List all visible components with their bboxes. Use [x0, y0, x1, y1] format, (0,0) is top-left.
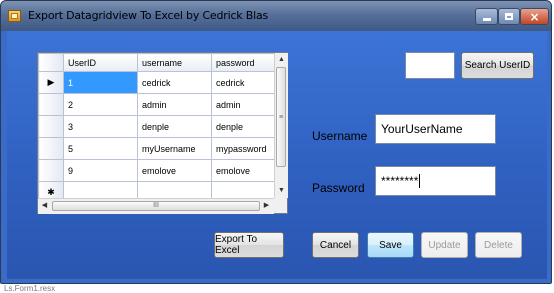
table-row[interactable]: ▶ 1 cedrick cedrick	[38, 71, 275, 94]
username-value: YourUserName	[381, 122, 463, 136]
cell-username[interactable]: admin	[137, 93, 212, 116]
password-field[interactable]: ********	[375, 166, 496, 196]
cell-userid[interactable]: 3	[63, 115, 138, 138]
header-corner[interactable]	[38, 53, 64, 72]
cell-userid[interactable]: 1	[63, 71, 138, 94]
update-button[interactable]: Update	[421, 232, 468, 258]
column-header-password[interactable]: password	[211, 53, 275, 72]
table-row[interactable]: 3 denple denple	[38, 115, 275, 138]
window-title: Export Datagridview To Excel by Cedrick …	[28, 9, 269, 22]
save-button[interactable]: Save	[367, 232, 414, 258]
row-header[interactable]	[38, 115, 64, 138]
table-row[interactable]: 5 myUsername mypassword	[38, 137, 275, 160]
cell-userid[interactable]: 9	[63, 159, 138, 182]
cell-password[interactable]: cedrick	[211, 71, 275, 94]
password-value: ********	[381, 174, 419, 188]
cell-username[interactable]: cedrick	[137, 71, 212, 94]
username-field[interactable]: YourUserName	[375, 114, 496, 144]
cancel-button[interactable]: Cancel	[312, 232, 359, 258]
minimize-button[interactable]	[475, 8, 498, 25]
text-caret	[419, 174, 421, 188]
close-icon: ×	[529, 9, 540, 24]
vertical-scroll-thumb[interactable]: ≡	[276, 67, 286, 167]
search-userid-button[interactable]: Search UserID	[461, 52, 534, 79]
export-to-excel-button[interactable]: Export To Excel	[214, 232, 284, 258]
maximize-icon	[505, 13, 513, 20]
row-header[interactable]	[38, 93, 64, 116]
cell-userid[interactable]: 2	[63, 93, 138, 116]
scroll-right-icon[interactable]: ▶	[260, 199, 273, 213]
status-text: Ls.Form1.resx	[4, 284, 56, 293]
table-header-row: UserID username password	[38, 53, 275, 72]
horizontal-scrollbar[interactable]: ◀ III ▶	[38, 198, 274, 214]
cell-password[interactable]: mypassword	[211, 137, 275, 160]
vertical-scrollbar[interactable]: ▲ ≡ ▼	[274, 53, 288, 198]
users-table: UserID username password ▶ 1 cedrick ced…	[38, 53, 275, 204]
column-header-userid[interactable]: UserID	[63, 53, 138, 72]
scroll-left-icon[interactable]: ◀	[38, 199, 51, 213]
cell-userid[interactable]: 5	[63, 137, 138, 160]
cell-username[interactable]: denple	[137, 115, 212, 138]
row-header[interactable]	[38, 137, 64, 160]
form-client-area: UserID username password ▶ 1 cedrick ced…	[7, 31, 547, 279]
cell-password[interactable]: emolove	[211, 159, 275, 182]
cell-username[interactable]: myUsername	[137, 137, 212, 160]
delete-button[interactable]: Delete	[475, 232, 522, 258]
main-window: Export Datagridview To Excel by Cedrick …	[0, 0, 552, 284]
column-header-username[interactable]: username	[137, 53, 212, 72]
cell-password[interactable]: admin	[211, 93, 275, 116]
cell-password[interactable]: denple	[211, 115, 275, 138]
cell-username[interactable]: emolove	[137, 159, 212, 182]
username-label: Username	[312, 129, 368, 143]
table-row[interactable]: 9 emolove emolove	[38, 159, 275, 182]
search-userid-input[interactable]	[405, 52, 455, 79]
horizontal-scroll-thumb[interactable]: III	[52, 201, 260, 211]
close-button[interactable]: ×	[520, 8, 549, 25]
table-row[interactable]: 2 admin admin	[38, 93, 275, 116]
scroll-up-icon[interactable]: ▲	[275, 53, 288, 66]
row-header[interactable]	[38, 159, 64, 182]
maximize-button[interactable]	[498, 8, 520, 25]
minimize-icon	[482, 18, 491, 21]
scroll-down-icon[interactable]: ▼	[275, 184, 288, 197]
title-bar[interactable]: Export Datagridview To Excel by Cedrick …	[1, 1, 551, 31]
users-datagridview[interactable]: UserID username password ▶ 1 cedrick ced…	[37, 52, 288, 214]
app-icon[interactable]	[8, 10, 21, 22]
scrollbar-corner	[274, 198, 287, 213]
row-indicator-icon[interactable]: ▶	[38, 71, 64, 94]
password-label: Password	[312, 181, 365, 195]
